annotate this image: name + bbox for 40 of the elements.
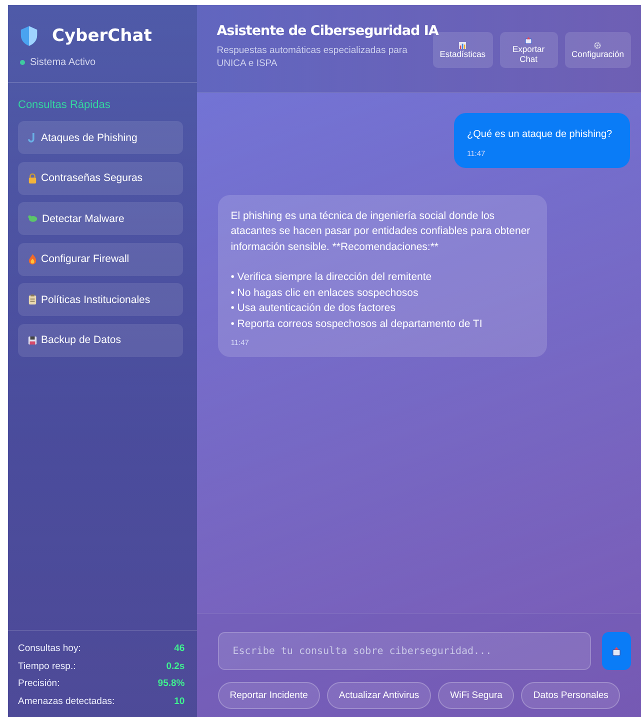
status-text: Sistema Activo (30, 57, 96, 68)
suggestion-chip[interactable]: WiFi Segura (438, 682, 514, 709)
quick-query-button[interactable]: Configurar Firewall (18, 242, 183, 276)
shield-icon (20, 25, 38, 47)
bar-chart-icon (459, 42, 466, 48)
stat-value: 95.8% (158, 678, 185, 691)
quick-query-button[interactable]: Ataques de Phishing (18, 121, 183, 154)
stat-value: 46 (174, 643, 185, 656)
suggestion-chip[interactable]: Actualizar Antivirus (326, 682, 432, 709)
stat-label: Amenazas detectadas: (18, 696, 115, 708)
message-text: ¿Qué es un ataque de phishing? (467, 128, 614, 142)
stat-value: 10 (174, 696, 185, 708)
stat-value: 0.2s (166, 660, 185, 674)
suggestion-chip[interactable]: Datos Personales (521, 682, 620, 709)
send-icon (612, 646, 621, 656)
suggestion-chip[interactable]: Reportar Incidente (218, 682, 320, 709)
app-name: CyberChat (52, 26, 152, 46)
message-bullet: • Reporta correos sospechosos al departamento de TI (230, 316, 484, 332)
quick-query-button[interactable]: Políticas Institucionales (18, 283, 183, 316)
stat-label: Precisión: (18, 678, 60, 691)
quick-query-button[interactable]: Backup de Datos (18, 324, 183, 356)
quick-query-button[interactable]: Contraseñas Seguras (18, 162, 183, 194)
section-title: Consultas Rápidas (18, 99, 112, 111)
hook-icon (28, 132, 37, 143)
header-button[interactable]: Configuración (564, 32, 631, 68)
stat-label: Tiempo resp.: (18, 660, 76, 674)
export-icon (525, 36, 532, 44)
lock-icon (28, 172, 37, 184)
stat-label: Consultas hoy: (18, 643, 81, 656)
clipboard-icon (28, 294, 37, 305)
flame-icon (28, 254, 37, 264)
message-text: El phishing es una técnica de ingeniería social donde los atacantes se hacen pasar por entidades confiables para obtener información sensible. **Recomendaciones:** (230, 208, 532, 254)
send-button[interactable] (602, 632, 631, 670)
quick-query-button[interactable]: Detectar Malware (18, 202, 183, 235)
message-bullet: • Usa autenticación de dos factores (230, 301, 396, 316)
message-bullet: • Verifica siempre la dirección del remitente (230, 270, 433, 285)
header-button[interactable]: Exportar Chat (500, 32, 558, 68)
message-bullet: • No hagas clic en enlaces sospechosos (230, 286, 420, 300)
chat-subtitle: Respuestas automáticas especializadas para UNICA e ISPA (216, 44, 408, 70)
settings-icon (594, 42, 602, 48)
